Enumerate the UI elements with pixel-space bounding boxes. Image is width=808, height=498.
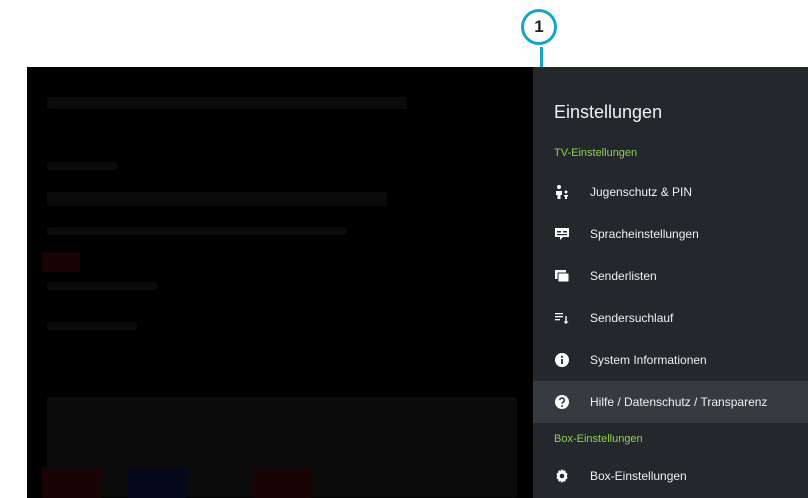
menu-item-label: Box-Einstellungen <box>590 469 687 483</box>
background-thumbnail <box>252 467 312 498</box>
menu-item-system-info[interactable]: System Informationen <box>533 339 808 381</box>
subtitles-icon <box>554 226 570 242</box>
callout-marker: 1 <box>521 9 557 45</box>
menu-item-channel-lists[interactable]: Senderlisten <box>533 255 808 297</box>
callout-number: 1 <box>534 17 544 36</box>
menu-item-label: Hilfe / Datenschutz / Transparenz <box>590 395 768 409</box>
parental-control-icon <box>554 184 570 200</box>
menu-item-label: Spracheinstellungen <box>590 227 699 241</box>
background-thumbnail <box>42 467 102 498</box>
menu-item-channel-scan[interactable]: Sendersuchlauf <box>533 297 808 339</box>
background-text <box>47 162 117 170</box>
menu-item-label: Sendersuchlauf <box>590 311 674 325</box>
channel-list-icon <box>554 268 570 284</box>
menu-item-parental-control[interactable]: Jugenschutz & PIN <box>533 171 808 213</box>
menu-item-box-settings[interactable]: Box-Einstellungen <box>533 455 808 497</box>
channel-scan-icon <box>554 310 570 326</box>
section-box-settings: Box-Einstellungen <box>554 433 643 445</box>
gear-icon <box>554 468 570 484</box>
background-header <box>47 97 407 109</box>
menu-item-label: System Informationen <box>590 353 707 367</box>
menu-item-label: Senderlisten <box>590 269 657 283</box>
menu-item-language[interactable]: Spracheinstellungen <box>533 213 808 255</box>
background-text <box>47 227 347 235</box>
menu-item-help[interactable]: Hilfe / Datenschutz / Transparenz <box>533 381 808 423</box>
background-text <box>47 322 137 330</box>
background-thumbnail <box>127 467 187 498</box>
background-text <box>47 192 387 206</box>
help-icon <box>554 394 570 410</box>
info-icon <box>554 352 570 368</box>
panel-title: Einstellungen <box>554 102 663 122</box>
section-tv-settings: TV-Einstellungen <box>554 147 638 159</box>
menu-item-label: Jugenschutz & PIN <box>590 185 693 199</box>
tv-screen: Einstellungen TV-Einstellungen Jugenschu… <box>27 67 808 498</box>
settings-panel: Einstellungen TV-Einstellungen Jugenschu… <box>533 67 808 498</box>
background-logo <box>42 252 80 272</box>
background-text <box>47 282 157 290</box>
